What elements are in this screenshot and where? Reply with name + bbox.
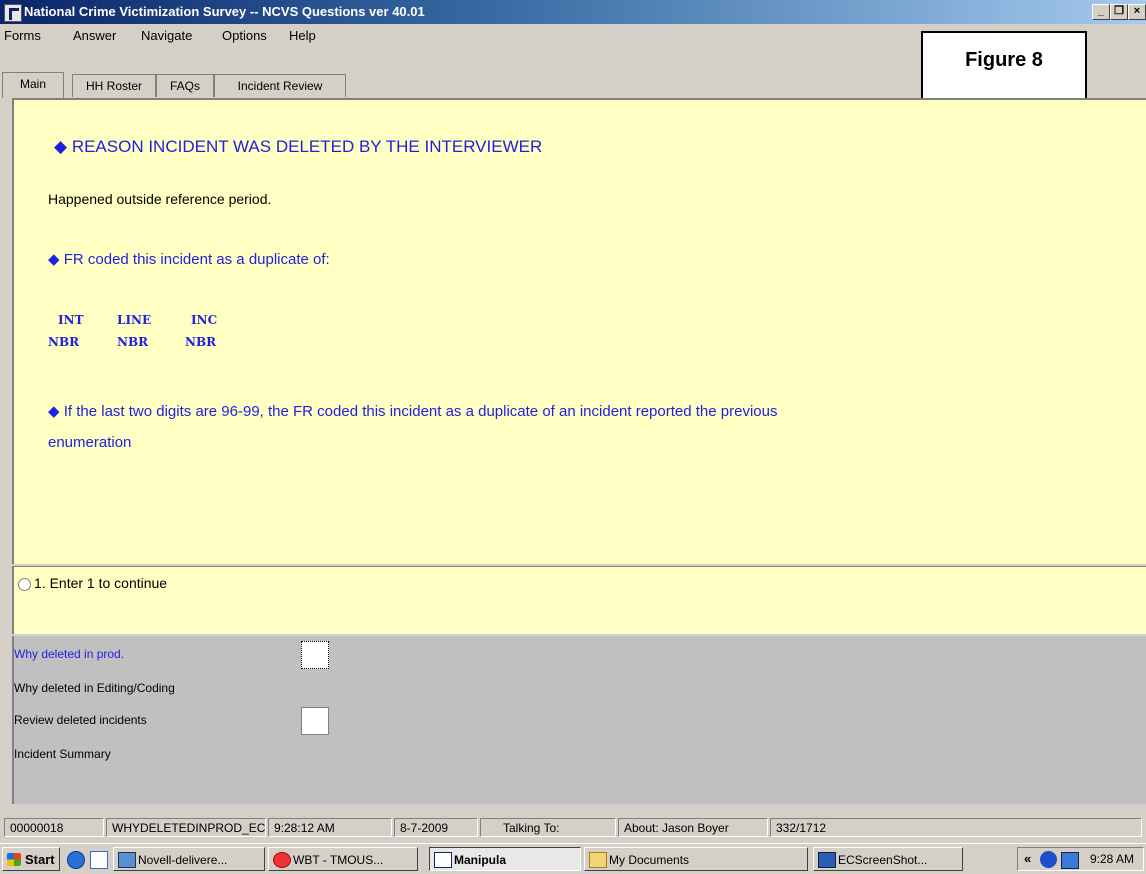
answer-panel: 1. Enter 1 to continue bbox=[12, 566, 1146, 634]
figure-label-text: Figure 8 bbox=[965, 49, 1043, 71]
system-tray: « 9:28 AM bbox=[1017, 847, 1144, 871]
tab-main[interactable]: Main bbox=[2, 72, 64, 98]
taskbar-btn-manipula[interactable]: Manipula bbox=[429, 847, 581, 871]
window-title: National Crime Victimization Survey -- N… bbox=[24, 4, 425, 19]
duplicate-heading: ◆ FR coded this incident as a duplicate … bbox=[48, 251, 330, 268]
folder-icon bbox=[589, 852, 607, 868]
menu-navigate[interactable]: Navigate bbox=[141, 28, 192, 43]
taskbar-btn-ecscreenshot[interactable]: ECScreenShot... bbox=[813, 847, 963, 871]
taskbar-btn-my-documents[interactable]: My Documents bbox=[584, 847, 808, 871]
maximize-button[interactable]: ❐ bbox=[1110, 4, 1128, 20]
taskbar-btn-wbt[interactable]: WBT - TMOUS... bbox=[268, 847, 418, 871]
status-case-id: 00000018 bbox=[4, 818, 104, 837]
col-header-int: INT bbox=[58, 313, 84, 327]
col-sub-line: NBR bbox=[117, 335, 149, 349]
tab-faqs[interactable]: FAQs bbox=[156, 74, 214, 97]
tray-chevron-icon[interactable]: « bbox=[1024, 851, 1031, 866]
status-about: About: Jason Boyer bbox=[618, 818, 768, 837]
status-time: 9:28:12 AM bbox=[268, 818, 392, 837]
menu-forms[interactable]: Forms bbox=[4, 28, 41, 43]
word-icon bbox=[818, 852, 836, 868]
ie-icon[interactable] bbox=[67, 851, 85, 869]
col-header-inc: INC bbox=[191, 313, 218, 327]
status-date: 8-7-2009 bbox=[394, 818, 478, 837]
field-input-why-deleted-prod[interactable] bbox=[301, 641, 329, 669]
col-sub-int: NBR bbox=[48, 335, 80, 349]
taskbar: Start Novell-delivere... WBT - TMOUS... … bbox=[0, 843, 1146, 874]
app-icon[interactable] bbox=[4, 4, 22, 22]
title-bar[interactable]: National Crime Victimization Survey -- N… bbox=[0, 0, 1146, 24]
taskbar-btn-novell[interactable]: Novell-delivere... bbox=[113, 847, 265, 871]
fields-panel: Why deleted in prod. Why deleted in Edit… bbox=[12, 636, 1146, 804]
menu-options[interactable]: Options bbox=[222, 28, 267, 43]
tab-incident-review[interactable]: Incident Review bbox=[214, 74, 346, 97]
desktop-icon[interactable] bbox=[90, 851, 108, 869]
windows-flag-icon bbox=[7, 853, 21, 866]
question-panel: ◆ REASON INCIDENT WAS DELETED BY THE INT… bbox=[12, 98, 1146, 564]
status-talking-to: Talking To: bbox=[480, 818, 616, 837]
status-count: 332/1712 bbox=[770, 818, 1142, 837]
status-field-name: WHYDELETEDINPROD_EC bbox=[106, 818, 266, 837]
bullet-icon: ◆ bbox=[48, 251, 60, 268]
close-button[interactable]: × bbox=[1128, 4, 1146, 20]
answer-option-label[interactable]: 1. Enter 1 to continue bbox=[34, 575, 167, 591]
menu-answer[interactable]: Answer bbox=[73, 28, 116, 43]
col-sub-inc: NBR bbox=[185, 335, 217, 349]
clock[interactable]: 9:28 AM bbox=[1090, 852, 1134, 866]
status-bar: 00000018 WHYDELETEDINPROD_EC 9:28:12 AM … bbox=[0, 816, 1146, 840]
field-label-why-deleted-editing[interactable]: Why deleted in Editing/Coding bbox=[14, 681, 175, 695]
field-label-incident-summary[interactable]: Incident Summary bbox=[14, 747, 111, 761]
novell-icon bbox=[118, 852, 136, 868]
bullet-icon: ◆ bbox=[48, 403, 60, 420]
answer-radio[interactable] bbox=[18, 578, 31, 591]
field-label-why-deleted-prod[interactable]: Why deleted in prod. bbox=[14, 647, 124, 661]
col-header-line: LINE bbox=[117, 313, 152, 327]
field-label-review-deleted[interactable]: Review deleted incidents bbox=[14, 713, 147, 727]
network-icon[interactable] bbox=[1040, 851, 1057, 868]
note-line-1: ◆ If the last two digits are 96-99, the … bbox=[48, 403, 778, 420]
start-button[interactable]: Start bbox=[2, 847, 60, 871]
question-heading: ◆ REASON INCIDENT WAS DELETED BY THE INT… bbox=[54, 137, 543, 156]
bullet-icon: ◆ bbox=[54, 137, 68, 156]
note-line-2: enumeration bbox=[48, 434, 132, 451]
figure-label: Figure 8 bbox=[921, 31, 1087, 101]
menu-help[interactable]: Help bbox=[289, 28, 316, 43]
reason-text: Happened outside reference period. bbox=[48, 191, 272, 207]
minimize-button[interactable]: _ bbox=[1092, 4, 1110, 20]
manipula-icon bbox=[434, 852, 452, 868]
wbt-icon bbox=[273, 852, 291, 868]
tab-hh-roster[interactable]: HH Roster bbox=[72, 74, 156, 97]
field-input-review-deleted[interactable] bbox=[301, 707, 329, 735]
monitor-icon[interactable] bbox=[1061, 852, 1079, 869]
